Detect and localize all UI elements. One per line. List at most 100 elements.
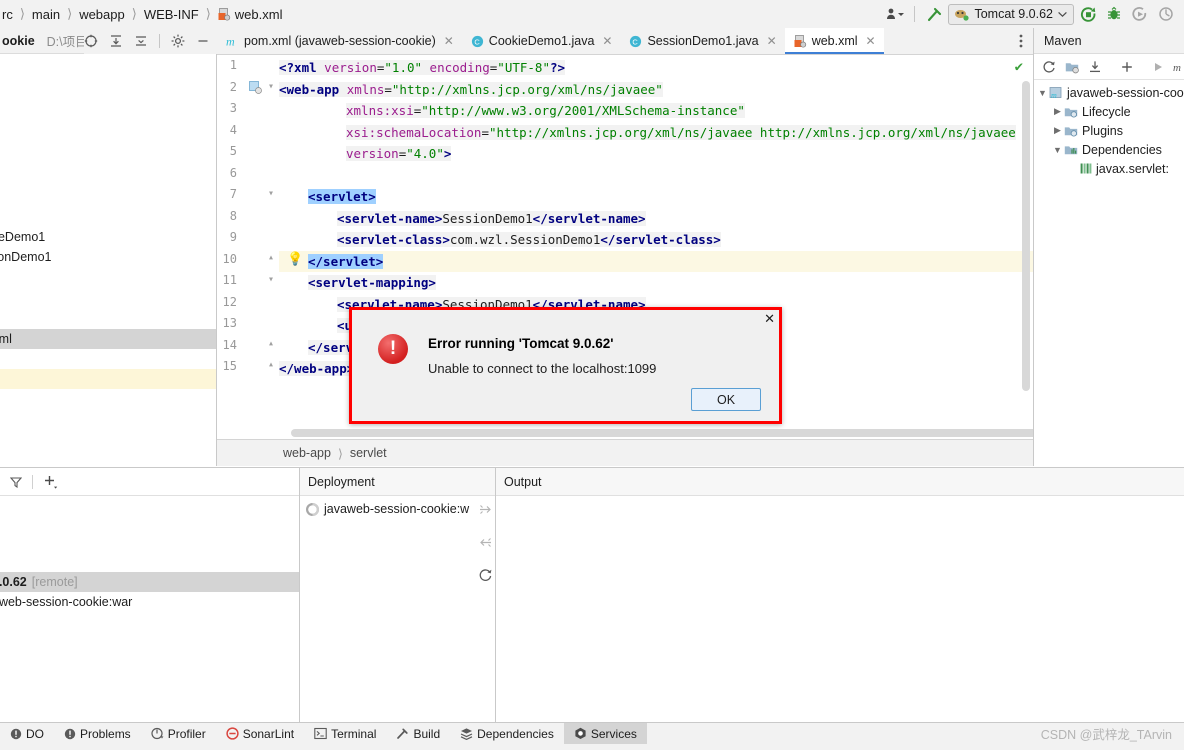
maven-tree-item-project[interactable]: ▼ m javaweb-session-coo [1034, 83, 1184, 102]
build-hammer-icon[interactable] [922, 3, 946, 25]
chevron-right-icon[interactable]: ▶ [1051, 106, 1064, 117]
breadcrumb-item-2[interactable]: webapp [77, 7, 127, 22]
project-panel-toolbar [84, 28, 217, 54]
line-number: 12 [222, 294, 237, 309]
breadcrumb-item-3[interactable]: WEB-INF [142, 7, 201, 22]
add-icon[interactable] [1120, 60, 1134, 74]
tool-window-profiler[interactable]: Profiler [141, 723, 216, 745]
deployment-item[interactable]: javaweb-session-cookie:w [300, 496, 495, 516]
editor-tab-sessiondemo1[interactable]: C SessionDemo1.java ✕ [620, 28, 784, 54]
collapse-icon[interactable] [478, 535, 493, 550]
maven-settings-icon[interactable]: m [1173, 61, 1184, 73]
chevron-right-icon[interactable]: ▶ [1051, 125, 1064, 136]
tool-window-terminal[interactable]: Terminal [304, 723, 386, 745]
maven-tree-item-dependencies[interactable]: ▼ Dependencies [1034, 140, 1184, 159]
services-tree-item-artifact[interactable]: aweb-session-cookie:war [0, 592, 299, 612]
add-module-icon[interactable] [1065, 60, 1079, 74]
run-with-coverage-icon[interactable] [1128, 3, 1152, 25]
refresh-icon[interactable] [478, 568, 493, 583]
user-settings-icon[interactable] [883, 3, 907, 25]
editor-tab-bar: m pom.xml (javaweb-session-cookie) ✕ C C… [217, 28, 1033, 55]
tool-window-dependencies[interactable]: Dependencies [450, 723, 564, 745]
chevron-down-icon[interactable] [1058, 11, 1067, 18]
breadcrumb: rc ⟩ main ⟩ webapp ⟩ WEB-INF ⟩ web.xml [0, 0, 284, 28]
filter-icon[interactable] [10, 476, 22, 488]
project-tree-item-selected[interactable]: o.xml [0, 329, 216, 349]
code-line-2: <web-app xmlns="http://xmlns.jcp.org/xml… [279, 81, 663, 97]
run-icon[interactable] [1152, 61, 1164, 73]
project-tree-item[interactable]: les [0, 422, 216, 442]
maven-tree-item-label: javax.servlet: [1096, 161, 1169, 176]
fold-arrow-icon[interactable]: ▾ [268, 188, 274, 199]
close-icon[interactable]: ✕ [866, 34, 876, 48]
editor-breadcrumb-item-0[interactable]: web-app [283, 446, 331, 460]
fold-arrow-icon[interactable]: ▴ [268, 338, 274, 349]
chevron-down-icon[interactable]: ▼ [1036, 88, 1049, 98]
project-tree-item-highlight[interactable] [0, 369, 216, 389]
run-icon[interactable] [1076, 3, 1100, 25]
services-tree-item-tomcat[interactable]: 9.0.62 [remote] [0, 572, 299, 592]
check-icon[interactable]: ✔ [1015, 59, 1023, 75]
tool-window-build[interactable]: Build [386, 723, 450, 745]
add-icon[interactable] [43, 474, 59, 490]
editor-vertical-scrollbar[interactable] [1022, 81, 1030, 391]
editor-breadcrumb-item-1[interactable]: servlet [350, 446, 387, 460]
top-right-toolbar: Tomcat 9.0.62 [883, 0, 1184, 28]
close-icon[interactable]: ✕ [444, 34, 454, 48]
collapse-all-icon[interactable] [134, 34, 148, 48]
expand-icon[interactable] [478, 502, 493, 517]
reload-icon[interactable] [1042, 60, 1056, 74]
fold-arrow-icon[interactable]: ▾ [268, 81, 274, 92]
run-configuration-selector[interactable]: Tomcat 9.0.62 [948, 3, 1074, 25]
maven-tree-item-lifecycle[interactable]: ▶ Lifecycle [1034, 102, 1184, 121]
editor-tab-web-xml[interactable]: web.xml ✕ [784, 28, 884, 54]
locate-file-icon[interactable] [84, 34, 98, 48]
svg-text:C: C [633, 37, 639, 46]
project-tree-item[interactable]: NF [0, 309, 216, 329]
close-icon[interactable]: ✕ [764, 311, 775, 327]
maven-tree-item-library[interactable]: javax.servlet: [1034, 159, 1184, 178]
todo-icon [10, 728, 22, 740]
profile-icon[interactable] [1154, 3, 1178, 25]
xml-root-marker-icon[interactable] [249, 81, 262, 97]
tool-window-problems[interactable]: Problems [54, 723, 141, 745]
breadcrumb-item-file[interactable]: web.xml [216, 7, 285, 22]
fold-arrow-icon[interactable]: ▾ [268, 274, 274, 285]
breadcrumb-item-0[interactable]: rc [0, 7, 15, 22]
output-content[interactable] [496, 496, 1184, 508]
project-tree-item[interactable]: zl [0, 208, 216, 228]
editor-tab-cookiedemo1[interactable]: C CookieDemo1.java ✕ [462, 28, 621, 54]
hide-panel-icon[interactable] [196, 34, 210, 48]
project-tree-item[interactable]: okieDemo1 [0, 227, 216, 247]
fold-arrow-icon[interactable]: ▴ [268, 359, 274, 370]
tool-window-todo[interactable]: DO [0, 723, 54, 745]
close-icon[interactable]: ✕ [767, 34, 777, 48]
fold-arrow-icon[interactable]: ▴ [268, 252, 274, 263]
breadcrumb-item-1[interactable]: main [30, 7, 62, 22]
project-tree-item[interactable]: ssionDemo1 [0, 247, 216, 267]
gear-icon[interactable] [171, 34, 185, 48]
editor-gutter[interactable]: 1 2 3 4 5 6 7 8 9 10 11 12 13 14 15 ▾ ▾ … [217, 55, 303, 439]
chevron-down-icon[interactable]: ▼ [1051, 145, 1064, 155]
expand-all-icon[interactable] [109, 34, 123, 48]
editor-horizontal-scrollbar[interactable] [291, 429, 1033, 437]
debug-icon[interactable] [1102, 3, 1126, 25]
ok-button[interactable]: OK [691, 388, 761, 411]
tool-window-sonarlint[interactable]: SonarLint [216, 723, 304, 745]
maven-tree-item-label: Plugins [1082, 123, 1123, 138]
editor-tab-label: SessionDemo1.java [647, 34, 759, 48]
breadcrumb-file-label: web.xml [234, 6, 283, 22]
more-vertical-icon[interactable] [1009, 28, 1033, 54]
tool-window-label: SonarLint [242, 726, 295, 741]
line-number: 11 [222, 273, 237, 287]
tool-window-bar: DO Problems Profiler SonarLint Terminal [0, 722, 1184, 745]
tool-window-services[interactable]: Services [563, 722, 647, 745]
download-sources-icon[interactable] [1088, 60, 1102, 74]
maven-tree-item-label: Lifecycle [1082, 104, 1131, 119]
line-number: 8 [229, 208, 237, 223]
top-navigation-bar: rc ⟩ main ⟩ webapp ⟩ WEB-INF ⟩ web.xml T… [0, 0, 1184, 28]
project-tree-item[interactable]: sp [0, 349, 216, 369]
maven-tree-item-plugins[interactable]: ▶ Plugins [1034, 121, 1184, 140]
editor-tab-pom-xml[interactable]: m pom.xml (javaweb-session-cookie) ✕ [217, 28, 462, 54]
close-icon[interactable]: ✕ [602, 34, 612, 48]
